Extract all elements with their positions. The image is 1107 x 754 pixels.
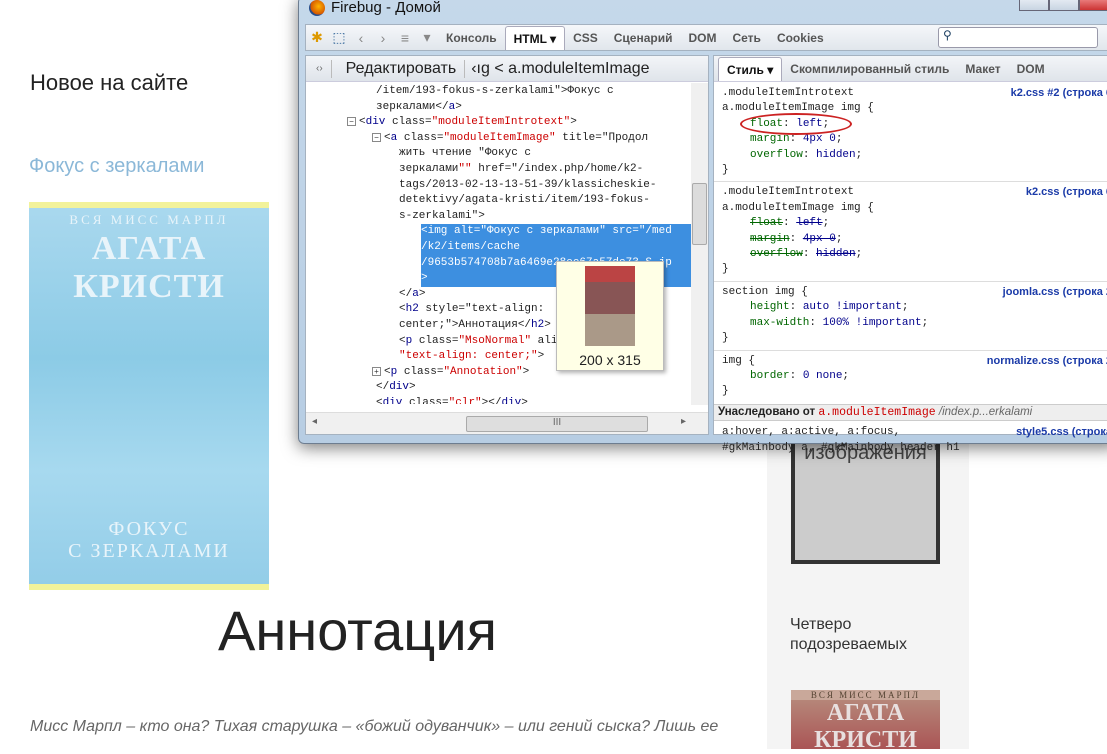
css-rule: joomla.css (строка 2 section img {height:… <box>722 285 1107 347</box>
red-annotation-circle <box>740 113 852 135</box>
css-rule: style5.css (строка a:hover, a:active, a:f… <box>722 425 1107 456</box>
back-icon[interactable]: ‹ <box>350 30 372 46</box>
inspect-icon[interactable]: ⬚ <box>328 29 350 46</box>
html-tree-line[interactable]: − <div class="moduleItemIntrotext"> <box>306 115 708 131</box>
firebug-window: Firebug - Домой ✱ ⬚ ‹ › ≡ ▾ Консоль HTML… <box>298 0 1107 454</box>
html-tree-line[interactable]: <img alt="Фокус с зеркалами" src="/med <box>306 224 708 240</box>
book-cover-image[interactable]: ВСЯ МИСС МАРПЛ АГАТА КРИСТИ ФОКУС С ЗЕРКА… <box>29 202 269 590</box>
css-property[interactable]: border: 0 none; <box>722 369 1107 384</box>
html-panel: ‹› Редактировать ‹ıg < a.moduleItemImage… <box>305 55 709 435</box>
image-preview-tooltip: 200 x 315 <box>556 261 664 371</box>
tab-script[interactable]: Сценарий <box>606 26 681 50</box>
edit-button[interactable]: Редактировать <box>330 59 465 78</box>
css-property[interactable]: overflow: hidden; <box>722 247 1107 262</box>
html-tree-line[interactable]: жить чтение "Фокус с <box>306 146 708 162</box>
css-rule: k2.css #2 (строка 6 .moduleItemIntrotext a… <box>722 86 1107 178</box>
annotation-heading: Аннотация <box>218 599 497 662</box>
firebug-bug-icon[interactable]: ✱ <box>306 29 328 46</box>
css-property[interactable]: overflow: hidden; <box>722 148 1107 163</box>
css-property[interactable]: max-width: 100% !important; <box>722 316 1107 331</box>
css-source-link[interactable]: joomla.css (строка 2 <box>1003 285 1107 300</box>
cover-title-2: С ЗЕРКАЛАМИ <box>68 540 230 562</box>
html-tree-line[interactable]: s-zerkalami"> <box>306 209 708 225</box>
html-tree-line[interactable]: detektivy/agata-kristi/item/193-fokus- <box>306 193 708 209</box>
css-property[interactable]: height: auto !important; <box>722 300 1107 315</box>
image-size: 200 x 315 <box>579 352 641 368</box>
collapse-toggle-icon[interactable]: − <box>372 132 381 142</box>
css-property[interactable]: margin: 4px 0; <box>722 232 1107 247</box>
cover-title-1: ФОКУС <box>108 518 190 540</box>
tab-cookies[interactable]: Cookies <box>769 26 832 50</box>
tab-style[interactable]: Стиль ▾ <box>718 57 783 81</box>
site-section-heading: Новое на сайте <box>30 70 189 95</box>
expand-toggle-icon[interactable]: + <box>372 366 381 376</box>
css-rule: k2.css (строка 6 .moduleItemIntrotext a.mo… <box>722 185 1107 277</box>
html-tree-line[interactable]: /item/193-fokus-s-zerkalami">Фокус с <box>306 84 708 100</box>
html-tree-line[interactable]: tags/2013-02-13-13-51-39/klassicheskie- <box>306 178 708 194</box>
cover-author: АГАТА КРИСТИ <box>73 230 225 305</box>
css-property[interactable]: float: left; <box>722 216 1107 231</box>
html-tree-line[interactable]: <div class="clr"></div> <box>306 396 708 404</box>
inherited-header: Унаследовано от a.moduleItemImage /index… <box>714 403 1107 422</box>
css-selector: a.moduleItemImage img { <box>722 201 874 214</box>
window-title: Firebug - Домой <box>331 0 441 16</box>
html-tree-line[interactable]: /k2/items/cache <box>306 239 708 256</box>
collapse-toggle-icon[interactable]: − <box>347 117 356 127</box>
css-source-link[interactable]: k2.css (строка 6 <box>1026 185 1107 200</box>
sidebar-item-link[interactable]: Четверо подозреваемых <box>790 615 950 655</box>
tab-layout[interactable]: Макет <box>957 57 1008 81</box>
tab-console[interactable]: Консоль <box>438 26 505 50</box>
css-source-link[interactable]: normalize.css (строка 2 <box>987 354 1107 369</box>
horizontal-scrollbar[interactable]: ◂ III ▸ <box>306 412 708 434</box>
html-tree-line[interactable]: зеркалами</a> <box>306 100 708 116</box>
tab-css[interactable]: CSS <box>565 26 606 50</box>
list-icon[interactable]: ≡ <box>394 30 416 46</box>
magnifier-icon: ⚲ <box>943 28 952 42</box>
tab-side-dom[interactable]: DOM <box>1009 57 1053 81</box>
html-tree-line[interactable]: зеркалами"" href="/index.php/home/k2- <box>306 162 708 178</box>
expand-icon[interactable]: ‹› <box>306 63 323 74</box>
breadcrumb[interactable]: ‹ıg < a.moduleItemImage <box>464 59 650 78</box>
html-tree-line[interactable]: − <a class="moduleItemImage" title="Продо… <box>306 131 708 147</box>
vertical-scrollbar[interactable] <box>691 83 708 405</box>
css-rule: normalize.css (строка 2 img {border: 0 no… <box>722 354 1107 400</box>
css-source-link[interactable]: k2.css #2 (строка 6 <box>1011 86 1107 101</box>
cover-series: ВСЯ МИСС МАРПЛ <box>69 212 229 227</box>
maximize-button[interactable] <box>1049 0 1079 11</box>
sidebar-cover-author: АГАТА КРИСТИ <box>814 700 917 753</box>
article-link[interactable]: Фокус с зеркалами <box>29 155 204 178</box>
firebug-toolbar: ✱ ⬚ ‹ › ≡ ▾ Консоль HTML ▾ CSS Сценарий … <box>305 24 1107 51</box>
html-tree-line[interactable]: </div> <box>306 380 708 396</box>
minimize-button[interactable] <box>1019 0 1049 11</box>
firefox-icon <box>309 0 325 16</box>
tab-html[interactable]: HTML ▾ <box>504 25 566 50</box>
tab-net[interactable]: Сеть <box>725 26 769 50</box>
image-thumbnail <box>585 266 635 346</box>
style-panel: Стиль ▾ Скомпилированный стиль Макет DOM… <box>713 55 1107 454</box>
forward-icon[interactable]: › <box>372 30 394 46</box>
tab-computed[interactable]: Скомпилированный стиль <box>782 57 957 81</box>
sidebar-book-cover[interactable]: ВСЯ МИСС МАРПЛ АГАТА КРИСТИ <box>791 690 940 753</box>
css-source-link[interactable]: style5.css (строка <box>1016 425 1107 440</box>
close-button[interactable] <box>1079 0 1107 11</box>
css-rules: k2.css #2 (строка 6 .moduleItemIntrotext a… <box>714 82 1107 456</box>
annotation-text: Мисс Марпл – кто она? Тихая старушка – «… <box>30 718 719 735</box>
sidebar-cover-series: ВСЯ МИСС МАРПЛ <box>791 690 940 700</box>
dropdown-icon[interactable]: ▾ <box>416 29 438 46</box>
tab-dom[interactable]: DOM <box>681 26 725 50</box>
search-input[interactable]: ⚲ <box>938 27 1098 48</box>
